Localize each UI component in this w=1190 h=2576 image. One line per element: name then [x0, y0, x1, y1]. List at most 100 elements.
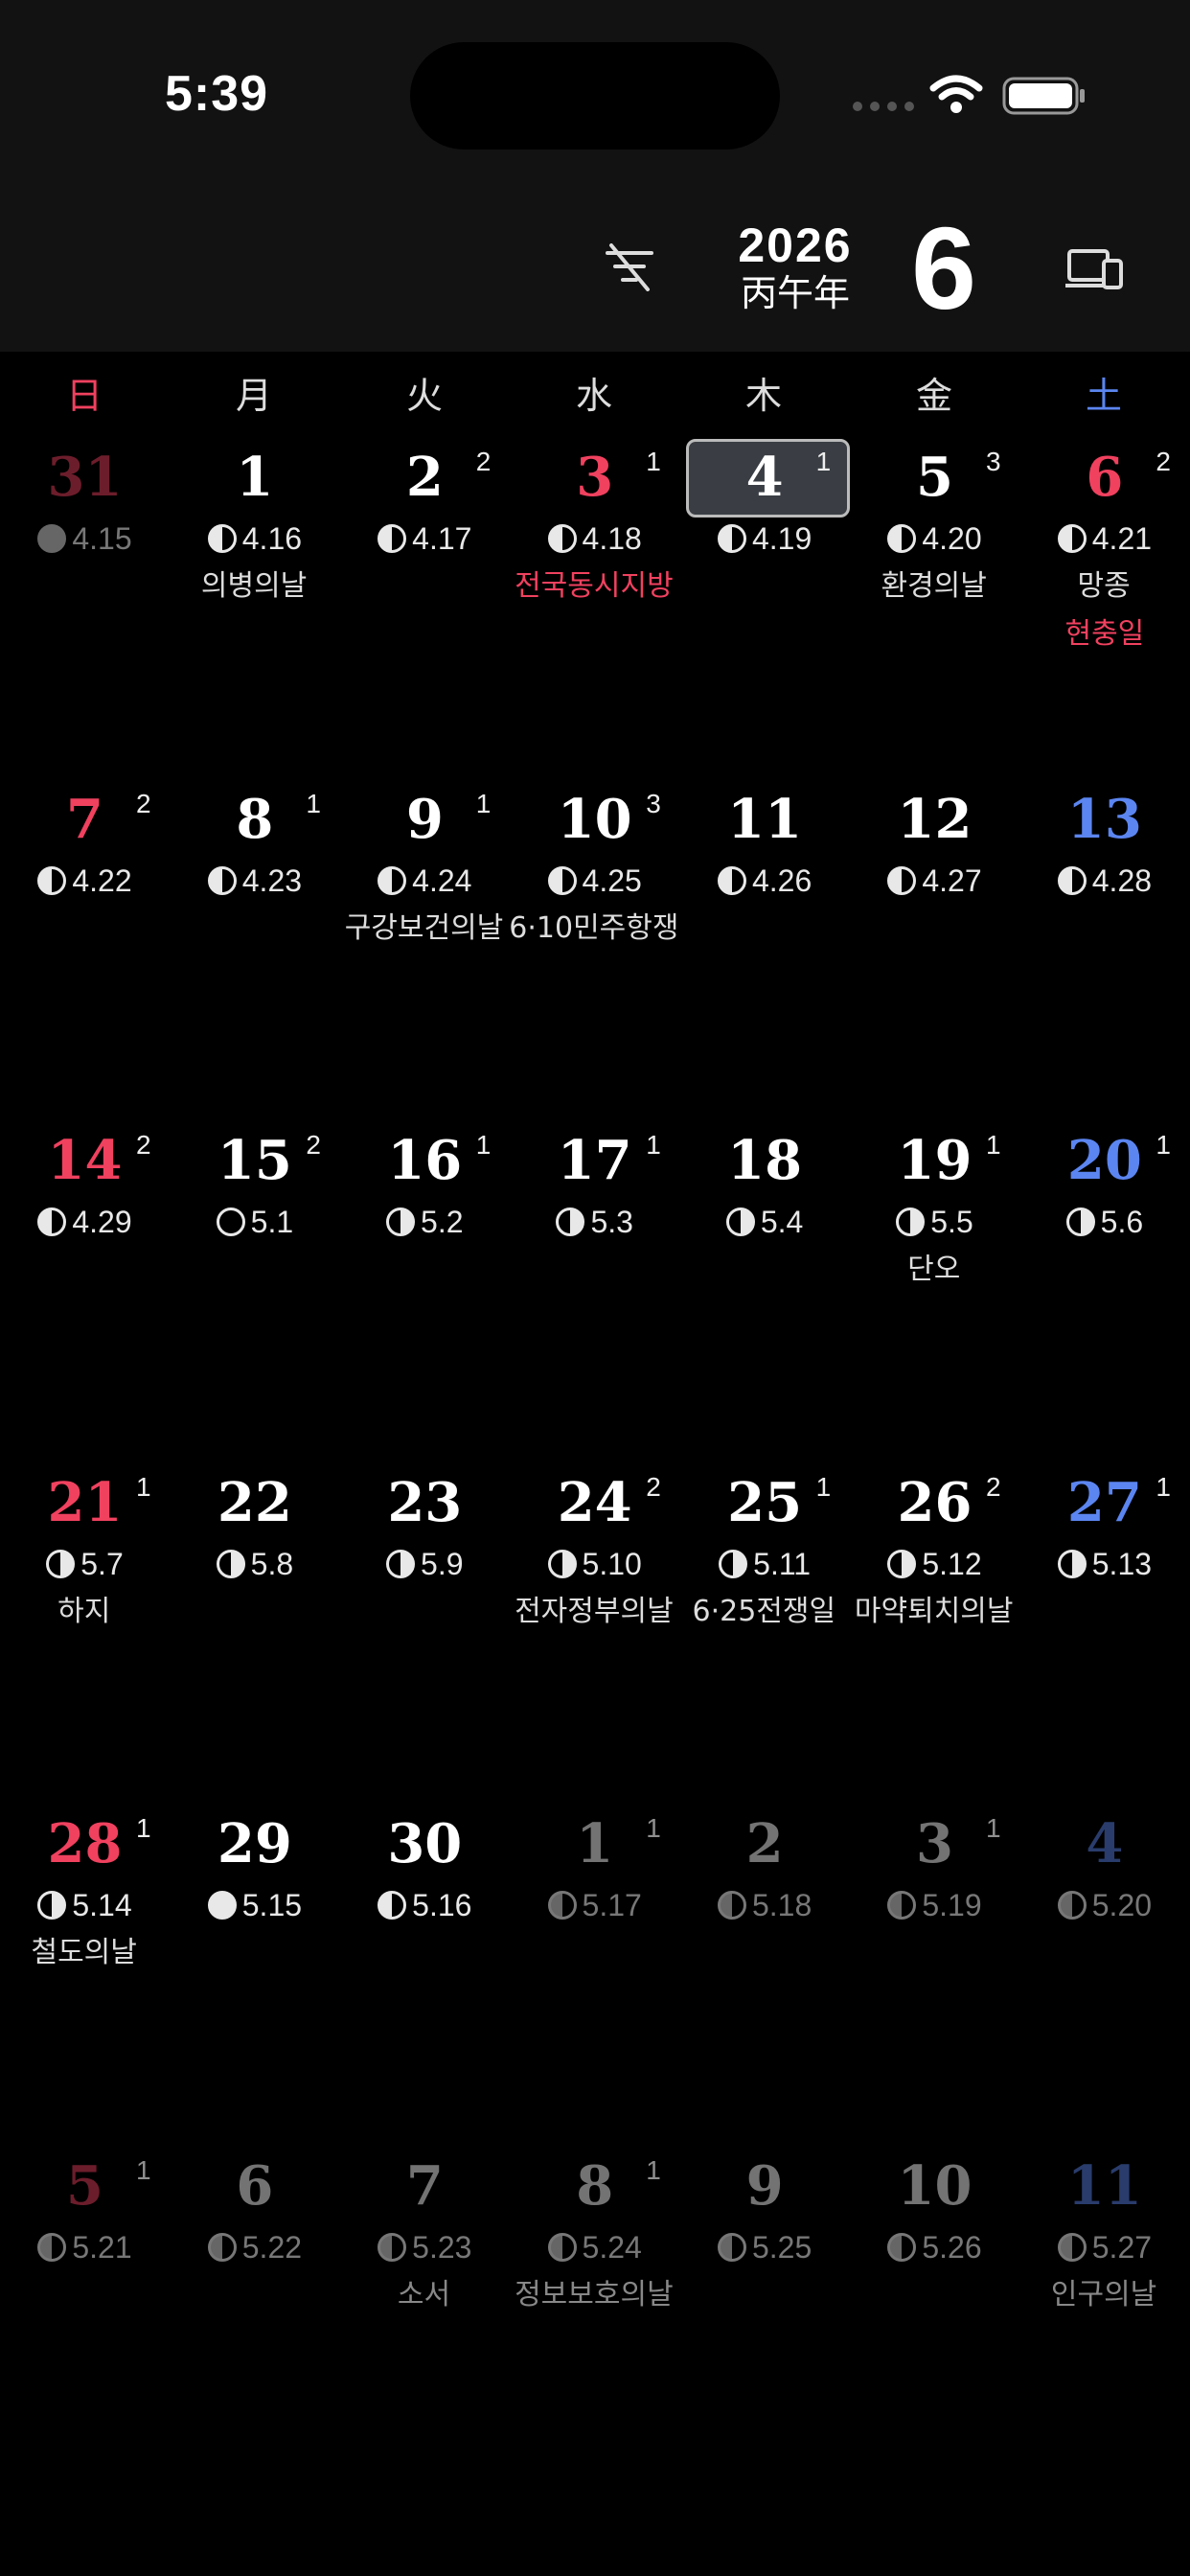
event-count-badge: 1	[1156, 1471, 1171, 1502]
lunar-date-text: 4.20	[922, 521, 982, 556]
lunar-date: 5.18	[680, 1888, 850, 1923]
moon-phase-icon	[37, 865, 67, 895]
holiday-label: 하지	[57, 1594, 111, 1628]
moon-phase-icon	[1057, 1891, 1087, 1920]
lunar-date: 4.25	[510, 863, 679, 899]
holiday-label: 환경의날	[881, 569, 987, 603]
day-number: 23	[387, 1470, 463, 1534]
moon-phase-icon	[896, 1208, 926, 1236]
holiday-label: 6·10민주항쟁	[509, 910, 679, 945]
moon-phase-icon	[719, 1549, 748, 1578]
moon-phase-icon	[887, 1891, 917, 1920]
lunar-date-text: 4.28	[1091, 862, 1153, 898]
event-count-badge: 3	[986, 447, 1001, 476]
lunar-date-text: 5.27	[1091, 2229, 1153, 2265]
lunar-date-text: 5.12	[922, 1546, 982, 1581]
event-count-badge: 1	[986, 1130, 1001, 1160]
moon-phase-icon	[1057, 865, 1087, 895]
moon-phase-icon	[207, 1891, 237, 1920]
event-count-badge: 1	[475, 788, 492, 818]
lunar-date-text: 4.17	[412, 521, 472, 556]
holiday-label: 철도의날	[31, 1936, 137, 1969]
lunar-date: 5.20	[1019, 1888, 1189, 1923]
moon-phase-icon	[1057, 1549, 1087, 1578]
event-count-badge: 1	[646, 447, 661, 476]
event-count-badge: 1	[136, 2154, 151, 2185]
lunar-date: 5.4	[680, 1205, 850, 1240]
moon-phase-icon	[207, 865, 237, 895]
lunar-date: 4.17	[340, 521, 510, 557]
lunar-date: 5.10	[510, 1547, 679, 1582]
day-number: 7	[405, 2153, 444, 2218]
moon-phase-icon	[46, 1549, 76, 1578]
calendar-grid: 31 4.15 1 4.16 의병의날 2 2 4.17 3 1 4.18 전국동시지방 4 1 4.19 5…	[0, 0, 1190, 2576]
lunar-date: 4.29	[0, 1205, 170, 1240]
moon-phase-icon	[547, 2232, 577, 2262]
lunar-date-text: 4.15	[72, 521, 132, 556]
moon-phase-icon	[717, 2232, 746, 2262]
event-count-badge: 1	[815, 1471, 832, 1502]
moon-phase-icon	[547, 1891, 577, 1920]
moon-phase-icon	[1057, 2232, 1087, 2262]
lunar-date: 5.2	[340, 1205, 510, 1240]
lunar-date-text: 4.19	[751, 521, 812, 556]
event-count-badge: 1	[646, 2154, 661, 2185]
day-number: 29	[217, 1812, 292, 1875]
lunar-date: 5.19	[850, 1888, 1019, 1923]
moon-phase-icon	[216, 1549, 245, 1578]
lunar-date-text: 5.18	[751, 1888, 812, 1922]
lunar-date: 4.18	[510, 521, 679, 557]
lunar-date-text: 5.20	[1091, 1888, 1153, 1922]
day-number: 4	[1086, 1812, 1124, 1875]
lunar-date: 5.8	[170, 1547, 339, 1582]
moon-phase-icon	[1057, 524, 1087, 553]
lunar-date-text: 5.6	[1100, 1205, 1144, 1239]
lunar-date: 5.21	[0, 2230, 170, 2266]
lunar-date: 5.23	[340, 2230, 510, 2266]
lunar-date-text: 4.29	[72, 1205, 132, 1239]
lunar-date-text: 5.22	[241, 2229, 303, 2265]
lunar-date-text: 5.15	[241, 1888, 303, 1922]
event-count-badge: 2	[136, 788, 151, 818]
lunar-date: 4.21	[1019, 521, 1189, 557]
lunar-date-text: 5.16	[412, 1888, 472, 1922]
lunar-date-text: 5.5	[930, 1205, 973, 1239]
lunar-date-text: 5.26	[922, 2229, 982, 2265]
lunar-date: 5.25	[680, 2230, 850, 2266]
lunar-date-text: 5.21	[72, 2229, 132, 2265]
moon-phase-icon	[378, 524, 407, 553]
moon-phase-icon	[37, 524, 67, 553]
lunar-date-text: 5.4	[760, 1205, 804, 1239]
lunar-date-text: 5.11	[753, 1546, 812, 1581]
event-count-badge: 2	[136, 1130, 151, 1160]
event-count-badge: 1	[1156, 1130, 1171, 1160]
lunar-date: 5.12	[850, 1547, 1019, 1582]
lunar-date: 4.15	[0, 521, 170, 557]
lunar-date: 5.13	[1019, 1547, 1189, 1582]
holiday-label: 구강보건의날	[344, 910, 504, 945]
moon-phase-icon	[887, 865, 917, 895]
lunar-date: 5.5	[850, 1205, 1019, 1240]
lunar-date: 5.16	[340, 1888, 510, 1923]
lunar-date-text: 4.27	[922, 862, 982, 898]
day-number: 11	[1066, 2153, 1142, 2218]
moon-phase-icon	[887, 524, 917, 553]
holiday-label: 망종	[1077, 569, 1131, 603]
lunar-date-text: 5.9	[421, 1546, 464, 1581]
moon-phase-icon	[547, 524, 577, 553]
lunar-date-text: 4.16	[241, 521, 303, 556]
day-number: 10	[897, 2153, 973, 2218]
moon-phase-icon	[378, 2232, 407, 2262]
moon-phase-icon	[378, 865, 407, 895]
lunar-date: 5.26	[850, 2230, 1019, 2266]
moon-phase-icon	[386, 1208, 416, 1236]
lunar-date-text: 4.25	[582, 862, 642, 898]
lunar-date-text: 4.23	[241, 862, 303, 898]
holiday-label: 단오	[907, 1253, 961, 1286]
lunar-date: 5.3	[510, 1205, 679, 1240]
lunar-date-text: 5.1	[250, 1205, 294, 1239]
moon-phase-icon	[717, 524, 746, 553]
moon-phase-icon	[725, 1208, 755, 1236]
lunar-date-text: 4.24	[412, 862, 472, 898]
moon-phase-icon	[207, 2232, 237, 2262]
